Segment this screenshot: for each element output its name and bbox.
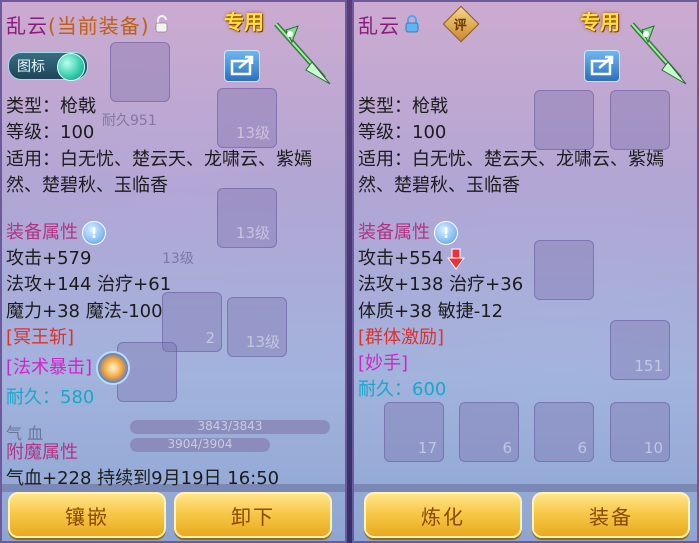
evaluate-badge-text: 评: [454, 18, 468, 34]
background-slot-count: 6: [502, 439, 512, 457]
attributes: 装备属性 ! 攻击+554 法攻+138 治疗+36 体质+38 敏捷-12 […: [358, 220, 691, 404]
share-button[interactable]: [224, 50, 260, 82]
skill-line-2: [妙手]: [358, 353, 409, 375]
attributes: 装备属性 ! 攻击+579 法攻+144 治疗+61 魔力+38 魔法-100 …: [6, 220, 339, 411]
exclusive-label: 专用: [224, 10, 264, 34]
enchant-header: 附魔属性: [6, 442, 78, 463]
icon-toggle[interactable]: 图标: [8, 52, 88, 81]
item-name-text: 乱云: [6, 13, 48, 38]
attr-header: 装备属性 !: [358, 220, 691, 246]
bottom-strip: [354, 484, 697, 492]
attack-value: 攻击+554: [358, 248, 444, 269]
level-line: 等级：100: [358, 122, 447, 144]
level-line: 等级：100: [6, 122, 95, 144]
unequip-button[interactable]: 卸下: [174, 492, 332, 538]
spear-weapon-icon: [274, 22, 331, 85]
stat-line: 体质+38 敏捷-12: [358, 300, 504, 322]
background-slot: 6: [459, 402, 519, 462]
info-icon[interactable]: !: [82, 221, 106, 245]
attr-header: 装备属性 !: [6, 220, 339, 246]
inlay-button[interactable]: 镶嵌: [8, 492, 166, 538]
equip-button[interactable]: 装备: [532, 492, 690, 538]
info-icon[interactable]: !: [434, 221, 458, 245]
item-name: 乱云(当前装备): [6, 10, 150, 39]
attr-header-text: 装备属性: [6, 222, 78, 243]
equipped-item-tooltip: 13级 13级 2 13级 耐久951 13级 乱云(当前装备) 专用 图标 类…: [0, 0, 347, 543]
unlock-icon[interactable]: [154, 15, 170, 33]
applies-line: 适用：白无忧、楚云天、龙啸云、紫嫣然、楚碧秋、玉临香: [358, 148, 664, 196]
skill-line: [群体激励]: [358, 326, 445, 348]
current-equipped-tag: (当前装备): [48, 13, 150, 38]
background-slot-count: 17: [417, 439, 437, 457]
background-slot: 10: [610, 402, 670, 462]
stat-line: 魔力+38 魔法-100: [6, 300, 163, 322]
hp-bar-text: 3843/3843: [197, 419, 263, 433]
background-slot-count: 6: [577, 439, 587, 457]
spear-weapon-icon: [630, 22, 687, 85]
evaluate-badge[interactable]: 评: [442, 5, 480, 43]
item-title-row: 乱云(当前装备): [6, 10, 170, 38]
icon-toggle-label: 图标: [17, 59, 45, 75]
attack-line: 攻击+579: [6, 248, 92, 269]
item-title-row: 乱云 评: [358, 5, 480, 43]
background-slot: 6: [534, 402, 594, 462]
share-button[interactable]: [584, 50, 620, 82]
refine-button[interactable]: 炼化: [364, 492, 522, 538]
skill-line-2-text: [法术暴击]: [6, 357, 93, 379]
exclusive-label: 专用: [580, 10, 620, 34]
background-slot: 17: [384, 402, 444, 462]
toggle-knob: [57, 53, 85, 81]
decrease-arrow-icon: [447, 248, 466, 270]
durability-line: 耐久：600: [358, 379, 447, 401]
magic-heal-line: 法攻+144 治疗+61: [6, 274, 172, 296]
applies-line: 适用：白无忧、楚云天、龙啸云、紫嫣然、楚碧秋、玉临香: [6, 148, 312, 196]
item-info: 类型：枪戟 等级：100 适用：白无忧、楚云天、龙啸云、紫嫣然、楚碧秋、玉临香: [6, 94, 339, 199]
skill-line-2: [法术暴击]: [6, 351, 339, 386]
type-line: 类型：枪戟: [358, 96, 448, 117]
share-icon: [230, 55, 254, 76]
hp-bar: 3843/3843: [130, 419, 330, 434]
item-name: 乱云: [358, 13, 400, 38]
background-slot: [110, 42, 170, 102]
magic-heal-line: 法攻+138 治疗+36: [358, 274, 524, 296]
crit-skill-icon[interactable]: [96, 351, 131, 386]
durability-line: 耐久：580: [6, 387, 95, 409]
item-info: 类型：枪戟 等级：100 适用：白无忧、楚云天、龙啸云、紫嫣然、楚碧秋、玉临香: [358, 94, 691, 199]
bottom-strip: [2, 484, 345, 492]
skill-line: [冥王斩]: [6, 326, 75, 348]
type-line: 类型：枪戟: [6, 96, 96, 117]
share-icon: [590, 55, 614, 76]
compare-item-tooltip: 151 17 6 6 10 乱云 评 专用 类型：枪戟 等级：100 适用：白无…: [352, 0, 699, 543]
background-slot-count: 10: [643, 439, 663, 457]
attack-line: 攻击+554: [358, 246, 691, 272]
attr-header-text: 装备属性: [358, 222, 430, 243]
lock-icon[interactable]: [404, 15, 420, 33]
